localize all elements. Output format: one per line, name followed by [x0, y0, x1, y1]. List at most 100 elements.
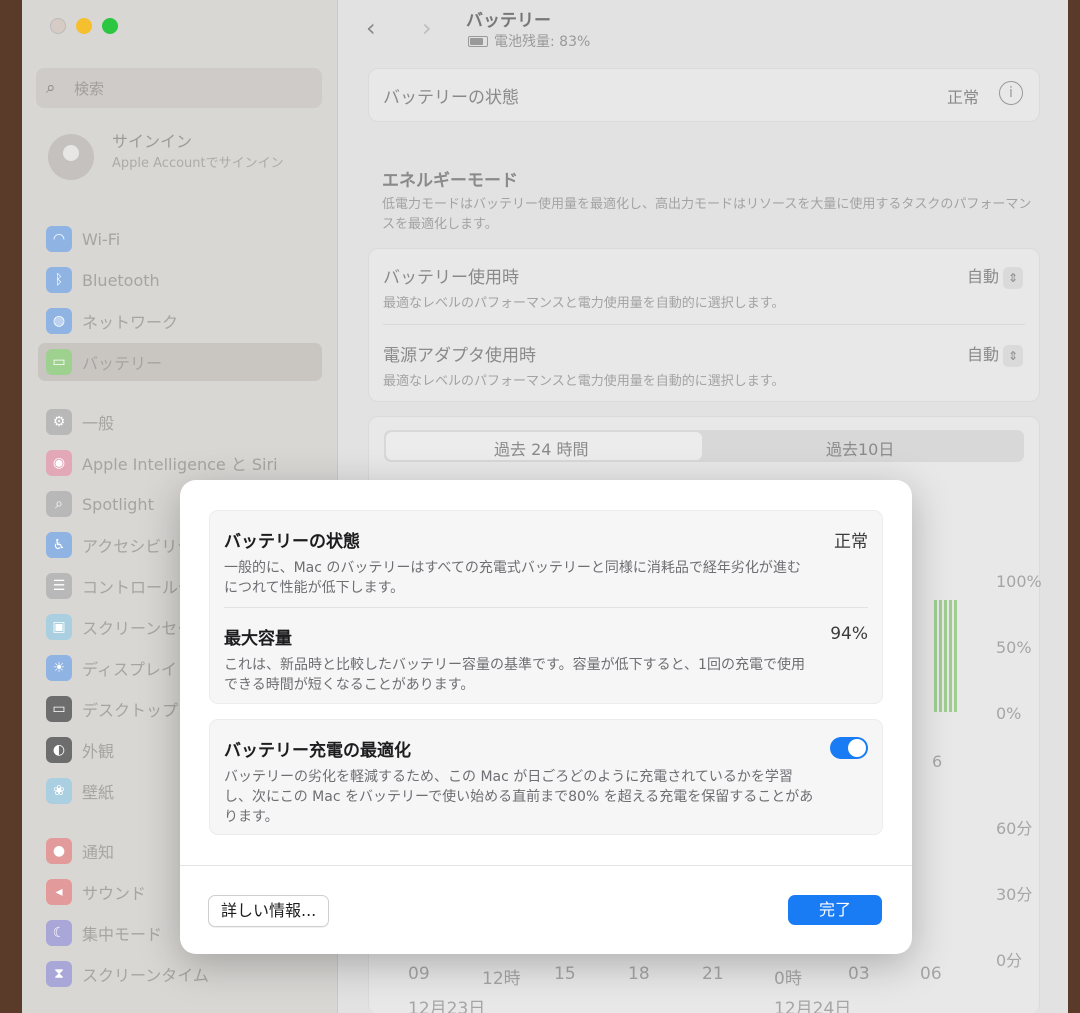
health-info-section: バッテリーの状態 一般的に、Mac のバッテリーはすべての充電式バッテリーと同様… [209, 510, 883, 704]
hourglass-icon: ⧗ [46, 961, 72, 987]
spotlight-icon: ⌕ [46, 491, 72, 517]
dialog-health-title: バッテリーの状態 [224, 532, 360, 552]
sidebar-item-siri[interactable]: ◉ Apple Intelligence と Siri [38, 444, 322, 482]
range-segmented-control[interactable]: 過去 24 時間 過去10日 [384, 430, 1024, 462]
updown-chevron-icon: ⇕ [1003, 266, 1023, 289]
notifications-icon: ● [46, 838, 72, 864]
on-battery-label: バッテリー使用時 [383, 268, 519, 288]
battery-level-bar [944, 600, 947, 712]
on-battery-value: 自動 [966, 267, 999, 286]
wallpaper-icon: ❀ [46, 778, 72, 804]
sidebar-item-general[interactable]: ⚙ 一般 [38, 403, 322, 441]
on-battery-desc: 最適なレベルのパフォーマンスと電力使用量を自動的に選択します。 [383, 296, 785, 311]
axis-label-partial: 6 [932, 752, 943, 771]
divider [180, 865, 912, 866]
more-info-button[interactable]: 詳しい情報... [208, 895, 330, 927]
account-title: サインイン [112, 132, 193, 151]
dialog-health-desc: 一般的に、Mac のバッテリーはすべての充電式バッテリーと同様に消耗品で経年劣化… [224, 560, 801, 596]
time-label: 21 [702, 964, 724, 984]
wifi-icon: ◠ [46, 226, 72, 252]
optimized-charging-toggle[interactable] [830, 737, 868, 759]
battery-health-dialog: バッテリーの状態 一般的に、Mac のバッテリーはすべての充電式バッテリーと同様… [180, 480, 912, 954]
desktop-icon: ▭ [46, 696, 72, 722]
battery-level-text: 電池残量: 83% [494, 34, 591, 50]
tab-last-10-days[interactable]: 過去10日 [826, 436, 894, 460]
globe-icon: ◍ [46, 308, 72, 334]
divider [224, 607, 868, 608]
axis-label: 50% [996, 638, 1032, 657]
battery-health-label: バッテリーの状態 [383, 88, 519, 108]
battery-level-bar [939, 600, 942, 712]
battery-level: 電池残量: 83% [468, 31, 590, 51]
updown-chevron-icon: ⇕ [1003, 344, 1023, 367]
battery-level-bar [949, 600, 952, 712]
sidebar-item-label: スクリーンタイム [82, 966, 209, 985]
time-label: 18 [628, 964, 650, 984]
account-signin[interactable]: サインイン Apple Accountでサインイン [48, 128, 292, 180]
sidebar-item-label: ネットワーク [82, 313, 179, 332]
on-adapter-desc: 最適なレベルのパフォーマンスと電力使用量を自動的に選択します。 [383, 374, 785, 389]
time-label: 09 [408, 964, 430, 984]
sidebar-item-label: Bluetooth [82, 270, 160, 290]
max-capacity-value: 94% [830, 624, 868, 644]
time-label: 15 [554, 964, 576, 984]
sound-icon: ◂ [46, 879, 72, 905]
close-button[interactable] [50, 18, 66, 34]
axis-label: 100% [996, 572, 1042, 591]
time-label: 12時 [482, 969, 521, 989]
sidebar-item-network[interactable]: ◍ ネットワーク [38, 302, 322, 340]
on-adapter-label: 電源アダプタ使用時 [383, 346, 536, 366]
on-adapter-popup[interactable]: 自動 ⇕ [967, 341, 1023, 367]
sidebar-item-bluetooth[interactable]: ᛒ Bluetooth [38, 261, 322, 299]
axis-label: 0分 [996, 951, 1023, 970]
screensaver-icon: ▣ [46, 614, 72, 640]
sidebar-item-label: ディスプレイ [82, 660, 177, 679]
appearance-icon: ◐ [46, 737, 72, 763]
done-button[interactable]: 完了 [788, 895, 882, 925]
on-adapter-value: 自動 [966, 345, 999, 364]
date-label: 12月24日 [774, 999, 852, 1013]
sidebar-item-screen-time[interactable]: ⧗ スクリーンタイム [38, 955, 322, 993]
battery-health-row: バッテリーの状態 正常 i [368, 68, 1040, 122]
battery-level-bar [934, 600, 937, 712]
zoom-button[interactable] [102, 18, 118, 34]
search-icon: ⌕ [46, 78, 56, 98]
control-center-icon: ☰ [46, 573, 72, 599]
battery-health-value: 正常 [946, 88, 979, 107]
sidebar-item-label: サウンド [82, 884, 147, 903]
info-icon[interactable]: i [999, 81, 1023, 105]
account-subtitle: Apple Accountでサインイン [112, 156, 284, 171]
battery-icon: ▭ [46, 349, 72, 375]
search-input[interactable]: ⌕ 検索 [36, 68, 322, 108]
sidebar-item-label: 集中モード [82, 925, 163, 944]
tab-last-24-hours[interactable]: 過去 24 時間 [494, 436, 589, 460]
search-placeholder: 検索 [74, 79, 105, 98]
energy-mode-desc: 低電力モードはバッテリー使用量を最適化し、高出力モードはリソースを大量に使用する… [382, 197, 1032, 232]
minimize-button[interactable] [76, 18, 92, 34]
max-capacity-title: 最大容量 [224, 629, 292, 649]
forward-chevron-icon[interactable]: › [422, 14, 432, 42]
max-capacity-desc: これは、新品時と比較したバッテリー容量の基準です。容量が低下すると、1回の充電で… [224, 657, 805, 693]
on-battery-popup[interactable]: 自動 ⇕ [967, 263, 1023, 289]
energy-mode-title: エネルギーモード [382, 171, 518, 191]
back-chevron-icon[interactable]: ‹ [366, 14, 376, 42]
optimized-charging-desc: バッテリーの劣化を軽減するため、この Mac が日ごろどのように充電されているか… [224, 769, 814, 825]
battery-icon [468, 35, 488, 47]
time-label: 03 [848, 964, 870, 984]
display-icon: ☀ [46, 655, 72, 681]
bluetooth-icon: ᛒ [46, 267, 72, 293]
sidebar-item-label: Apple Intelligence と Siri [82, 455, 278, 474]
energy-mode-card: バッテリー使用時 最適なレベルのパフォーマンスと電力使用量を自動的に選択します。… [368, 248, 1040, 402]
sidebar-item-label: Wi-Fi [82, 229, 121, 249]
sidebar-item-battery[interactable]: ▭ バッテリー [38, 343, 322, 381]
energy-mode-section: エネルギーモード 低電力モードはバッテリー使用量を最適化し、高出力モードはリソー… [382, 166, 1032, 235]
time-label: 0時 [774, 969, 802, 989]
focus-icon: ☾ [46, 920, 72, 946]
window-controls [50, 18, 118, 34]
dialog-health-value: 正常 [834, 532, 868, 552]
sidebar-item-label: 外観 [82, 742, 115, 761]
battery-level-bar [954, 600, 957, 712]
sidebar-item-wifi[interactable]: ◠ Wi-Fi [38, 220, 322, 258]
sidebar-item-label: バッテリー [82, 354, 163, 373]
sidebar-item-label: 一般 [82, 414, 115, 433]
